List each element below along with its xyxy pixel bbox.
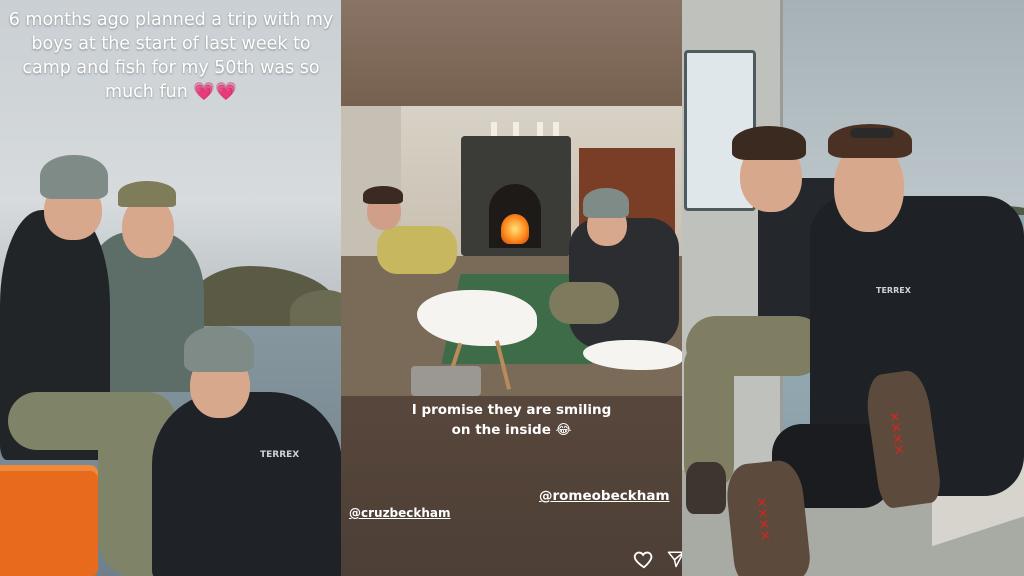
- person-right-leg: [549, 282, 619, 324]
- caption-text: 6 months ago planned a trip with my boys…: [8, 10, 334, 102]
- terrex-logo: TERREX: [876, 286, 911, 295]
- candle: [491, 122, 497, 136]
- boot-laces: ✕ ✕ ✕ ✕: [887, 409, 906, 460]
- boot-laces: ✕ ✕ ✕ ✕: [755, 495, 772, 545]
- heart-emoji: 💗💗: [193, 82, 237, 102]
- beanie: [184, 326, 254, 372]
- cabin-photo: [341, 106, 682, 396]
- terrex-logo: TERREX: [260, 450, 300, 460]
- person-front-jacket: TERREX: [152, 392, 341, 576]
- fire-flame: [501, 214, 529, 244]
- beanie: [40, 155, 108, 199]
- toolbox: [411, 366, 481, 396]
- boot-far-left: [686, 462, 726, 514]
- mention-romeobeckham[interactable]: @romeobeckham: [539, 488, 670, 504]
- cap: [118, 181, 176, 207]
- heart-outline-icon[interactable]: [633, 548, 655, 570]
- person-yellow-shirt: [377, 226, 457, 274]
- beanie: [583, 188, 629, 218]
- sunglasses: [850, 128, 894, 138]
- hair: [732, 126, 806, 160]
- story-photo-boat: TERREX 6 months ago planned a trip with …: [0, 0, 341, 576]
- story-text-line-1: I promise they are smiling: [411, 402, 612, 418]
- story-photo-truck: TERREX ✕ ✕ ✕ ✕ ✕ ✕ ✕ ✕: [682, 0, 1024, 576]
- candle: [513, 122, 519, 136]
- candle: [537, 122, 543, 136]
- story-text-line-2: on the inside 😂: [451, 422, 572, 438]
- story-caption: 6 months ago planned a trip with my boys…: [6, 8, 336, 104]
- hair: [363, 186, 403, 204]
- candle: [553, 122, 559, 136]
- send-icon[interactable]: [667, 550, 682, 568]
- story-background-top: [341, 0, 682, 106]
- orange-cooler: [0, 465, 98, 576]
- story-photo-cabin: I promise they are smiling on the inside…: [341, 0, 682, 576]
- mention-cruzbeckham[interactable]: @cruzbeckham: [349, 506, 451, 520]
